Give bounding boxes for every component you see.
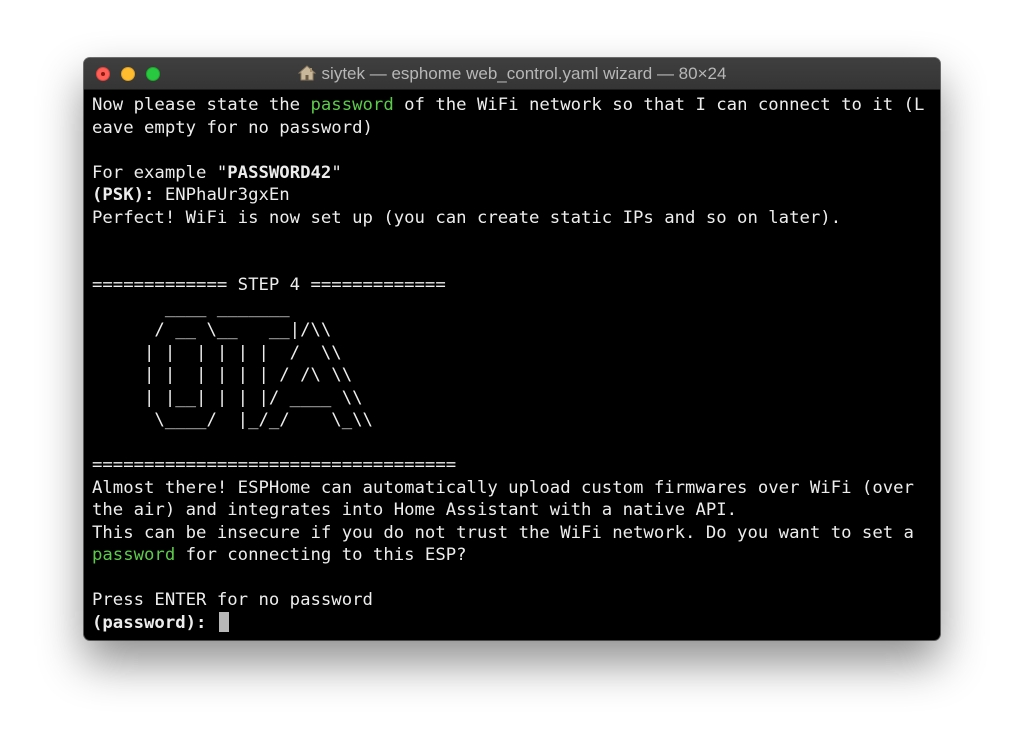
psk-value: ENPhaUr3gxEn	[154, 185, 290, 205]
step-header: ============= STEP 4 =============	[92, 275, 446, 295]
psk-line: (PSK): ENPhaUr3gxEn	[92, 184, 940, 207]
terminal-line: For example "PASSWORD42"	[92, 162, 342, 183]
home-icon	[297, 65, 316, 81]
terminal-line: eave empty for no password)	[92, 117, 373, 138]
text-cursor[interactable]	[218, 611, 229, 632]
ascii-art-line: | | | | | | / \\	[92, 342, 342, 363]
step-footer: ===================================	[92, 455, 457, 475]
ascii-art-line: / __ \__ __|/\\	[92, 320, 332, 340]
ascii-art-line: \____/ |_/_/ \_\\	[92, 410, 373, 430]
terminal-line: Press ENTER for no password	[92, 590, 373, 610]
psk-prompt: (PSK):	[92, 185, 155, 205]
terminal-line: password for connecting to this ESP?	[92, 545, 467, 565]
password-prompt: (password):	[92, 612, 207, 633]
ascii-art-line: | | | | | | / /\ \\	[92, 365, 353, 385]
terminal-line: This can be insecure if you do not trust…	[92, 522, 914, 543]
ascii-art-line: | |__| | | |/ ____ \\	[92, 387, 363, 408]
terminal-line: Perfect! WiFi is now set up (you can cre…	[92, 207, 842, 228]
prompt-line[interactable]: (password):	[92, 611, 940, 635]
title-bar[interactable]: siytek — esphome web_control.yaml wizard…	[84, 58, 940, 90]
example-password: PASSWORD42	[227, 162, 332, 183]
ascii-art-line: ____ _______	[92, 297, 290, 318]
terminal-line: Now please state the password of the WiF…	[92, 95, 925, 115]
window-title: siytek — esphome web_control.yaml wizard…	[84, 58, 940, 90]
password-keyword: password	[92, 545, 176, 565]
terminal-output[interactable]: Now please state the password of the WiF…	[84, 90, 940, 640]
terminal-window: siytek — esphome web_control.yaml wizard…	[84, 58, 940, 640]
terminal-line: Almost there! ESPHome can automatically …	[92, 477, 914, 498]
terminal-line: the air) and integrates into Home Assist…	[92, 500, 738, 520]
password-keyword: password	[310, 95, 394, 115]
window-title-text: siytek — esphome web_control.yaml wizard…	[321, 64, 727, 83]
